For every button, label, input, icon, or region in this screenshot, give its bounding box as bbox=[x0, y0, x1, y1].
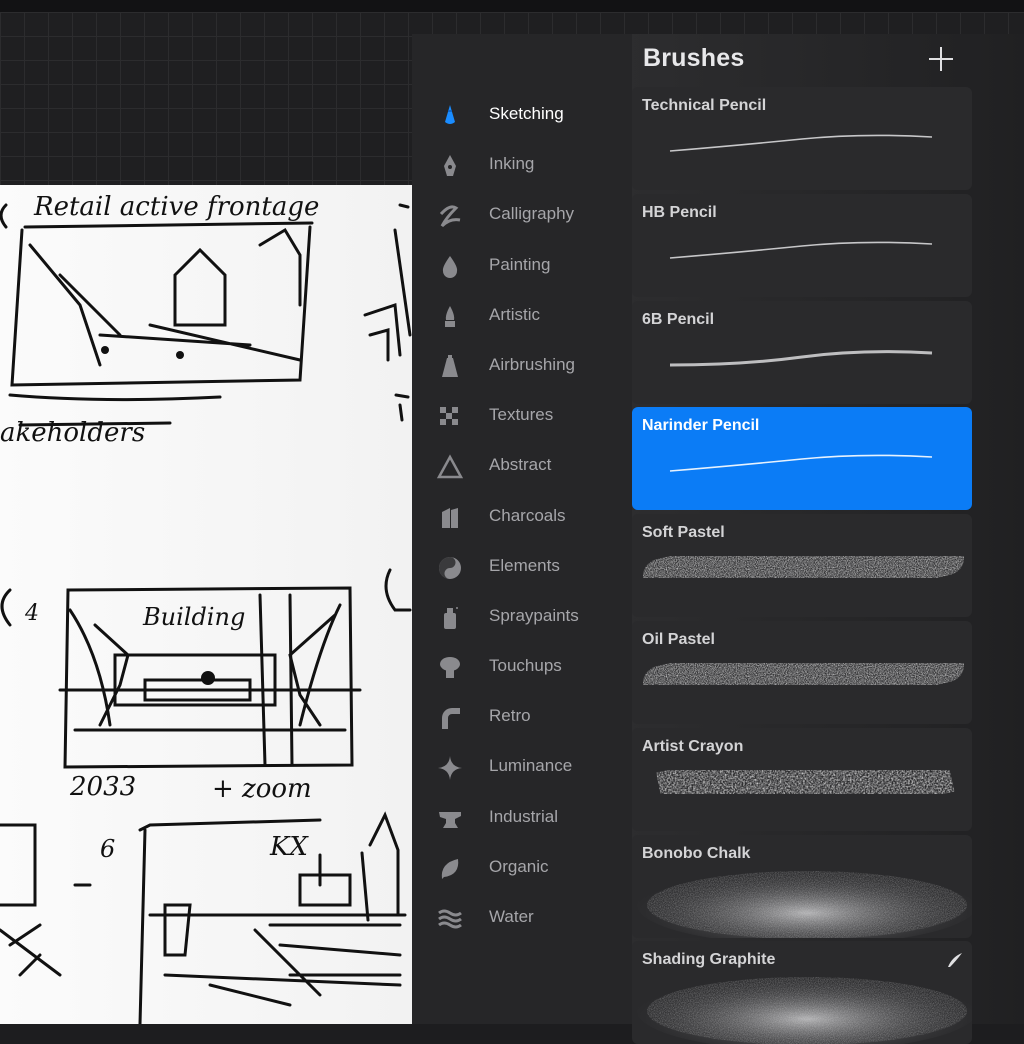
category-label: Spraypaints bbox=[489, 605, 579, 625]
brush-card-shading-graphite[interactable]: Shading Graphite bbox=[632, 941, 972, 1044]
top-bar bbox=[0, 0, 1024, 12]
brush-name: 6B Pencil bbox=[642, 310, 715, 328]
brush-card-technical-pencil[interactable]: Technical Pencil bbox=[632, 87, 972, 190]
brush-card-hb-pencil[interactable]: HB Pencil bbox=[632, 193, 972, 297]
category-item-luminance[interactable]: Luminance bbox=[412, 742, 632, 792]
category-item-calligraphy[interactable]: Calligraphy bbox=[412, 190, 632, 240]
category-label: Calligraphy bbox=[489, 204, 575, 224]
pen-nib-icon bbox=[436, 152, 464, 180]
category-item-touchups[interactable]: Touchups bbox=[412, 642, 632, 692]
sketch-canvas[interactable]: Retail active frontage akeholders Buildi… bbox=[0, 185, 412, 1024]
brush-tip-icon bbox=[436, 303, 464, 331]
brush-name: HB Pencil bbox=[642, 203, 717, 221]
anvil-icon bbox=[436, 805, 464, 833]
category-item-organic[interactable]: Organic bbox=[412, 843, 632, 893]
triangle-icon bbox=[436, 453, 464, 481]
category-label: Sketching bbox=[489, 104, 564, 123]
retro-arc-icon bbox=[436, 704, 464, 732]
brush-name: Technical Pencil bbox=[642, 97, 767, 114]
category-item-elements[interactable]: Elements bbox=[412, 542, 632, 592]
brush-category-list: Sketching Inking Calligraphy Painting Artist… bbox=[412, 90, 632, 943]
imported-brush-icon bbox=[946, 951, 964, 974]
category-label: Textures bbox=[489, 405, 554, 425]
category-item-water[interactable]: Water bbox=[412, 893, 632, 943]
leaf-icon bbox=[436, 855, 464, 883]
brush-card-artist-crayon[interactable]: Artist Crayon bbox=[632, 727, 972, 831]
category-item-artistic[interactable]: Artistic bbox=[412, 291, 632, 341]
brush-name: Bonobo Chalk bbox=[642, 844, 751, 862]
charcoal-stick-icon bbox=[436, 504, 464, 532]
category-label: Painting bbox=[489, 254, 551, 274]
brush-name: Oil Pastel bbox=[642, 631, 715, 648]
category-label: Abstract bbox=[489, 455, 552, 475]
category-item-spraypaints[interactable]: Spraypaints bbox=[412, 592, 632, 642]
category-label: Touchups bbox=[489, 656, 562, 676]
spray-can-icon bbox=[436, 604, 464, 632]
sparkle-icon bbox=[436, 754, 464, 782]
waves-icon bbox=[436, 905, 464, 933]
yin-yang-icon bbox=[436, 554, 464, 582]
sketch-label-kx: KX bbox=[269, 832, 309, 862]
category-item-abstract[interactable]: Abstract bbox=[412, 441, 632, 491]
category-label: Artistic bbox=[489, 304, 540, 324]
checker-texture-icon bbox=[436, 403, 464, 431]
sketch-label-year: 2033 bbox=[69, 772, 136, 802]
brush-library-panel: Brushes Sketching Inking Calligraphy Painti… bbox=[412, 34, 1024, 1044]
category-item-charcoals[interactable]: Charcoals bbox=[412, 492, 632, 542]
category-item-airbrushing[interactable]: Airbrushing bbox=[412, 341, 632, 391]
category-label: Retro bbox=[489, 706, 531, 726]
category-label: Water bbox=[489, 907, 534, 926]
category-item-textures[interactable]: Textures bbox=[412, 391, 632, 441]
panel-title: Brushes bbox=[643, 44, 745, 72]
sketch-label-retail: Retail active frontage bbox=[33, 192, 319, 222]
category-item-inking[interactable]: Inking bbox=[412, 140, 632, 190]
touchup-brush-icon bbox=[436, 654, 464, 682]
category-item-industrial[interactable]: Industrial bbox=[412, 793, 632, 843]
sketch-label-4: 4 bbox=[24, 601, 39, 626]
category-label: Organic bbox=[489, 856, 549, 876]
sketch-label-zoom: + zoom bbox=[212, 774, 312, 804]
category-label: Luminance bbox=[489, 756, 573, 776]
airbrush-icon bbox=[436, 353, 464, 381]
category-item-painting[interactable]: Painting bbox=[412, 241, 632, 291]
brush-name: Shading Graphite bbox=[642, 951, 776, 969]
sketch-label-building: Building bbox=[142, 603, 245, 631]
category-item-sketching[interactable]: Sketching bbox=[412, 90, 632, 140]
brush-card-narinder-pencil[interactable]: Narinder Pencil bbox=[632, 407, 972, 511]
brush-name: Artist Crayon bbox=[642, 737, 744, 755]
sketch-label-stakeholders: akeholders bbox=[0, 418, 145, 448]
paint-drop-icon bbox=[436, 253, 464, 281]
brush-card-bonobo-chalk[interactable]: Bonobo Chalk bbox=[632, 834, 972, 938]
brush-name: Soft Pastel bbox=[642, 524, 725, 542]
category-label: Charcoals bbox=[489, 505, 566, 525]
brush-name: Narinder Pencil bbox=[642, 417, 760, 435]
brush-card-6b-pencil[interactable]: 6B Pencil bbox=[632, 300, 972, 404]
add-brush-button[interactable] bbox=[928, 46, 954, 72]
plus-icon bbox=[929, 47, 953, 71]
category-item-retro[interactable]: Retro bbox=[412, 692, 632, 742]
category-label: Inking bbox=[489, 154, 535, 174]
brush-card-oil-pastel[interactable]: Oil Pastel bbox=[632, 621, 972, 724]
category-label: Industrial bbox=[489, 806, 558, 826]
category-label: Airbrushing bbox=[489, 354, 575, 374]
pencil-tip-icon bbox=[436, 102, 464, 130]
sketch-label-6: 6 bbox=[100, 835, 115, 863]
calligraphy-stroke-icon bbox=[436, 202, 464, 230]
sketch-drawing: Retail active frontage akeholders Buildi… bbox=[0, 192, 412, 1024]
category-label: Elements bbox=[489, 555, 560, 575]
brush-card-soft-pastel[interactable]: Soft Pastel bbox=[632, 514, 972, 618]
